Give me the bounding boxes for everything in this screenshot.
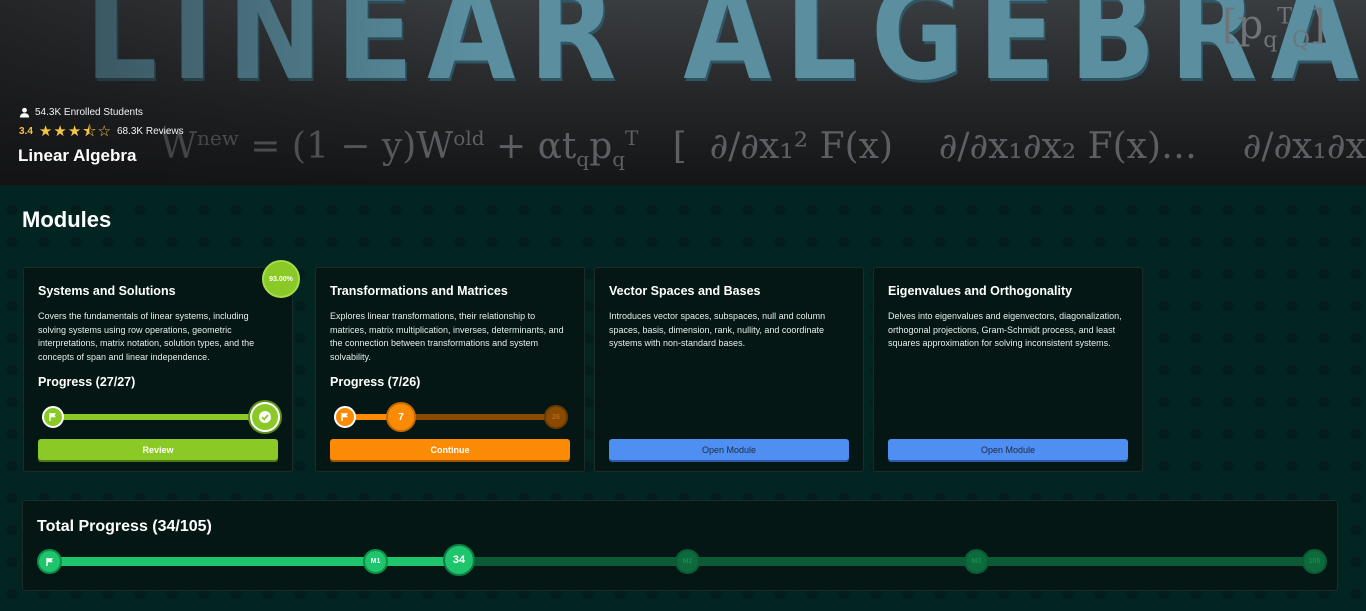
modules-heading: Modules [22, 207, 112, 232]
module-progress-label: Progress (27/27) [38, 375, 136, 389]
total-progress-panel: Total Progress (34/105) M1 34 M2 M3 105 [22, 500, 1338, 591]
user-icon [19, 107, 30, 118]
open-module-button[interactable]: Open Module [888, 439, 1128, 460]
course-meta: 54.3K Enrolled Students 3.4 ★ ★ ★ ⯪ ☆ 68… [19, 105, 184, 139]
course-rating: 3.4 ★ ★ ★ ⯪ ☆ 68.3K Reviews [19, 123, 184, 139]
star-full-icon: ★ [67, 121, 82, 140]
star-full-icon: ★ [38, 121, 53, 140]
total-progress-track: M1 34 M2 M3 105 [37, 544, 1329, 577]
start-flag-icon [42, 406, 64, 428]
module-description: Delves into eigenvalues and eigenvectors… [888, 311, 1122, 349]
total-progress-fill [49, 557, 459, 566]
banner-matrix-art: [pqTQ] [1222, 2, 1326, 53]
course-title: Linear Algebra [18, 146, 137, 165]
check-badge-icon [250, 402, 280, 432]
enrolled-students: 54.3K Enrolled Students [19, 105, 184, 119]
total-progress-title: Total Progress (34/105) [37, 518, 212, 535]
course-hero-banner: LINEAR ALGEBRA [pqTQ] Wnew = (1 − y)Wold… [0, 0, 1366, 186]
module-title: Eigenvalues and Orthogonality [888, 284, 1073, 298]
module-title: Transformations and Matrices [330, 284, 508, 298]
module-description: Covers the fundamentals of linear system… [38, 311, 255, 363]
milestone-m1: M1 [363, 549, 388, 574]
rating-stars: ★ ★ ★ ⯪ ☆ [38, 121, 111, 140]
open-module-button[interactable]: Open Module [609, 439, 849, 460]
module-progress-label: Progress (7/26) [330, 375, 421, 389]
continue-button[interactable]: Continue [330, 439, 570, 460]
completion-badge: 93.00% [262, 260, 300, 298]
review-button[interactable]: Review [38, 439, 278, 460]
star-full-icon: ★ [53, 121, 67, 140]
milestone-m2: M2 [675, 549, 700, 574]
reviews-count: 68.3K Reviews [116, 125, 184, 137]
start-flag-icon [334, 406, 356, 428]
module-card-vector-spaces-and-bases: Vector Spaces and Bases Introduces vecto… [594, 267, 864, 472]
module-title: Vector Spaces and Bases [609, 284, 761, 298]
module-card-eigenvalues-and-orthogonality: Eigenvalues and Orthogonality Delves int… [873, 267, 1143, 472]
milestone-end: 105 [1302, 549, 1327, 574]
star-half-icon: ⯪ [82, 121, 97, 140]
rating-value: 3.4 [19, 125, 33, 137]
module-title: Systems and Solutions [38, 284, 176, 298]
start-flag-icon [37, 549, 62, 574]
module-progress-track [38, 402, 280, 432]
star-empty-icon: ☆ [97, 121, 111, 140]
module-progress-track: 7 26 [330, 402, 570, 432]
module-description: Explores linear transformations, their r… [330, 311, 564, 363]
enrolled-count: 54.3K Enrolled Students [35, 106, 143, 118]
current-total-node: 34 [443, 544, 475, 576]
module-card-systems-and-solutions: 93.00% Systems and Solutions Covers the … [23, 260, 300, 472]
current-progress-node: 7 [386, 402, 416, 432]
milestone-m3: M3 [964, 549, 989, 574]
module-description: Introduces vector spaces, subspaces, nul… [609, 311, 826, 349]
end-progress-node: 26 [544, 405, 568, 429]
modules-section: Modules 93.00% Systems and Solutions Cov… [0, 186, 1366, 611]
module-card-transformations-and-matrices: Transformations and Matrices Explores li… [315, 267, 585, 472]
